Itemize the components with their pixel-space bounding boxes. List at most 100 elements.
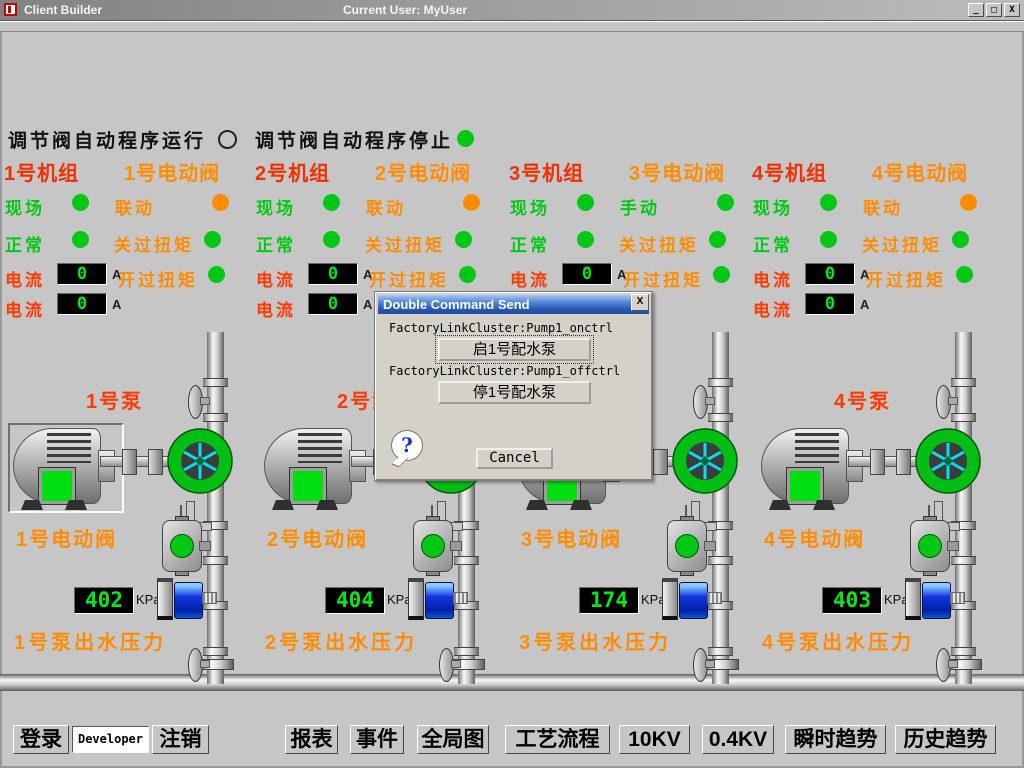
- motor-grill: [298, 433, 342, 463]
- motor-valve-graphic[interactable]: [667, 520, 715, 572]
- off-tag-label: FactoryLinkCluster:Pump1_offctrl: [389, 364, 620, 378]
- valve-header: 4号电动阀: [872, 157, 968, 186]
- unit-header: 4号机组: [752, 157, 827, 186]
- unit-status-label: 正常: [753, 231, 793, 256]
- valve-stem: [451, 660, 461, 668]
- autoprogram-stop-label: 调节阀自动程序停止: [255, 126, 453, 153]
- pipe-flange: [951, 378, 976, 387]
- events-button[interactable]: 事件: [350, 725, 404, 754]
- motor-grill: [795, 433, 839, 463]
- sensor-bracket: [408, 578, 424, 620]
- valve-open-indicator: [918, 534, 942, 558]
- sensor-cylinder: [174, 582, 203, 619]
- instant-trend-button[interactable]: 瞬时趋势: [785, 725, 886, 754]
- outlet-pressure-label: 3号泵出水压力: [519, 626, 671, 655]
- report-button[interactable]: 报表: [285, 725, 338, 754]
- valve-header: 1号电动阀: [124, 157, 220, 186]
- autoprogram-run-indicator: [218, 130, 237, 149]
- motor-valve-graphic[interactable]: [162, 520, 210, 572]
- 04kv-button[interactable]: 0.4KV: [702, 725, 774, 754]
- valve-stem: [200, 660, 210, 668]
- 10kv-button[interactable]: 10KV: [619, 725, 690, 754]
- outlet-pressure-label: 4号泵出水压力: [762, 626, 914, 655]
- open-torque-label: 开过扭矩: [369, 266, 449, 291]
- close-torque-indicator: [455, 231, 472, 248]
- sensor-cylinder: [922, 582, 951, 619]
- dialog-close-button[interactable]: X: [631, 294, 649, 311]
- motor-graphic[interactable]: [264, 428, 376, 510]
- sensor-bracket: [157, 578, 173, 620]
- motor-valve-label: 4号电动阀: [764, 523, 865, 552]
- process-flow-button[interactable]: 工艺流程: [505, 725, 610, 754]
- pipe-flange: [454, 647, 479, 656]
- pump-graphic[interactable]: [167, 428, 233, 494]
- unit-header: 1号机组: [4, 157, 79, 186]
- unit-mode-indicator: [72, 194, 89, 211]
- sensor-thread: [453, 592, 468, 604]
- motor-valve-graphic[interactable]: [910, 520, 958, 572]
- current2-display: 0: [805, 293, 855, 315]
- motor-run-indicator: [787, 468, 823, 504]
- unit-status-column: 4号机组 4号电动阀 现场 联动 正常 关过扭矩 电流 0 A 开过扭矩 电流 …: [750, 157, 1002, 325]
- pump-label: 1号泵: [86, 385, 143, 414]
- sensor-cylinder: [679, 582, 708, 619]
- minimize-button[interactable]: _: [968, 3, 984, 17]
- unit-header: 2号机组: [255, 157, 330, 186]
- valve-mode-label: 联动: [863, 194, 903, 219]
- motor-graphic[interactable]: [761, 428, 873, 510]
- unit-status-label: 正常: [510, 231, 550, 256]
- pressure-sensor-icon: [157, 578, 217, 624]
- pump-off-button[interactable]: 停1号配水泵: [438, 381, 591, 404]
- valve-pipe-stem: [450, 541, 462, 551]
- shaft-coupling: [148, 449, 163, 475]
- sensor-thread: [707, 592, 722, 604]
- overview-button[interactable]: 全局图: [417, 725, 489, 754]
- motor-graphic[interactable]: [13, 428, 125, 510]
- current1-display: 0: [562, 263, 612, 285]
- ampere-unit-label: A: [860, 297, 869, 312]
- pipe-flange: [951, 413, 976, 422]
- motor-valve-label: 2号电动阀: [267, 523, 368, 552]
- help-question-icon: ?: [391, 430, 423, 461]
- unit-header: 3号机组: [509, 157, 584, 186]
- current1-label: 电流: [5, 266, 45, 291]
- close-button[interactable]: X: [1004, 3, 1020, 17]
- current1-label: 电流: [753, 266, 793, 291]
- history-trend-button[interactable]: 历史趋势: [895, 725, 996, 754]
- motor-valve-graphic[interactable]: [413, 520, 461, 572]
- unit-status-label: 正常: [5, 231, 45, 256]
- unit-graphics-column: 4号泵 4号电动阀: [748, 325, 1004, 693]
- cancel-button[interactable]: Cancel: [476, 448, 553, 469]
- motor-run-indicator: [39, 468, 75, 504]
- pump-label: 4号泵: [834, 385, 891, 414]
- unit-mode-indicator: [323, 194, 340, 211]
- pipe-flange: [951, 647, 976, 656]
- pipe-flange: [708, 378, 733, 387]
- valve-open-indicator: [421, 534, 445, 558]
- sensor-bracket: [905, 578, 921, 620]
- pump-graphic[interactable]: [915, 428, 981, 494]
- valve-stem: [705, 397, 715, 405]
- login-button[interactable]: 登录: [13, 725, 69, 754]
- outlet-pressure-label: 1号泵出水压力: [14, 626, 166, 655]
- pressure-sensor-icon: [408, 578, 468, 624]
- sensor-cylinder: [425, 582, 454, 619]
- maximize-button[interactable]: □: [986, 3, 1002, 17]
- pump-on-button[interactable]: 启1号配水泵: [438, 338, 591, 361]
- current1-label: 电流: [256, 266, 296, 291]
- valve-pipe-stem: [704, 541, 716, 551]
- open-torque-label: 开过扭矩: [118, 266, 198, 291]
- current2-label: 电流: [5, 296, 45, 321]
- autoprogram-stop-indicator: [457, 130, 474, 147]
- pump-graphic[interactable]: [672, 428, 738, 494]
- unit-status-label: 正常: [256, 231, 296, 256]
- title-bar: Client Builder Current User: MyUser _ □ …: [0, 0, 1024, 21]
- pressure-display: 404: [325, 587, 385, 614]
- user-role-display: Developer: [72, 726, 149, 753]
- current2-label: 电流: [256, 296, 296, 321]
- open-torque-indicator: [459, 266, 476, 283]
- valve-stem: [948, 397, 958, 405]
- shaft-coupling: [896, 449, 911, 475]
- sensor-bracket: [662, 578, 678, 620]
- logout-button[interactable]: 注销: [152, 725, 209, 754]
